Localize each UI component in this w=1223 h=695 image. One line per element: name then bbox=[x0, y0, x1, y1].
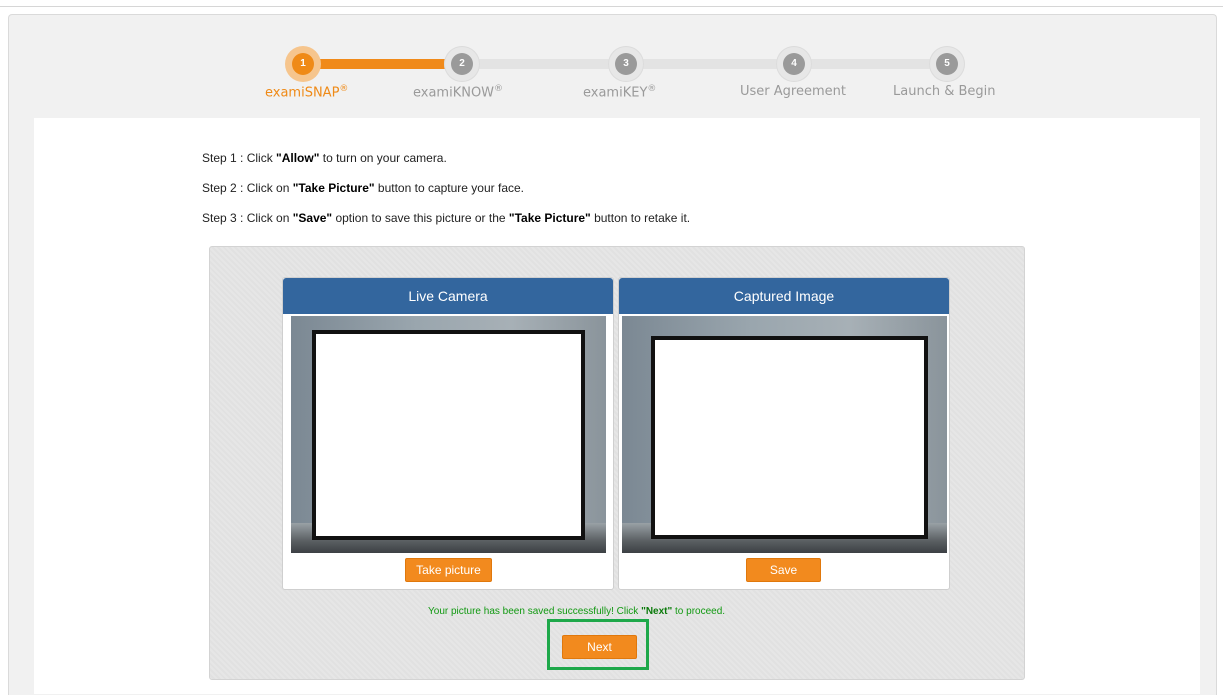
captured-image-title: Captured Image bbox=[619, 278, 949, 314]
save-button[interactable]: Save bbox=[746, 558, 821, 582]
step-2-label: examiKNOW® bbox=[413, 84, 504, 101]
stepper-progress bbox=[300, 59, 460, 69]
step-4-number: 4 bbox=[783, 53, 805, 75]
step-1-number: 1 bbox=[292, 53, 314, 75]
live-camera-frame bbox=[312, 330, 585, 540]
save-success-message: Your picture has been saved successfully… bbox=[428, 606, 726, 617]
step-3-circle: 3 bbox=[608, 46, 644, 82]
instruction-step-2: Step 2 : Click on "Take Picture" button … bbox=[202, 181, 525, 195]
step-1-label: examiSNAP® bbox=[265, 84, 349, 101]
step-4-label: User Agreement bbox=[740, 84, 846, 99]
progress-stepper: 1 2 3 4 5 examiSNAP® examiKNOW® examiKEY… bbox=[0, 0, 1223, 120]
live-camera-feed bbox=[291, 316, 606, 553]
instruction-step-1: Step 1 : Click "Allow" to turn on your c… bbox=[202, 151, 447, 165]
step-2-number: 2 bbox=[451, 53, 473, 75]
live-camera-title: Live Camera bbox=[283, 278, 613, 314]
step-3-label: examiKEY® bbox=[583, 84, 657, 101]
captured-image-frame bbox=[651, 336, 928, 539]
step-5-circle: 5 bbox=[929, 46, 965, 82]
take-picture-button[interactable]: Take picture bbox=[405, 558, 492, 582]
captured-image-card: Captured Image Save bbox=[618, 277, 950, 590]
step-1-circle: 1 bbox=[285, 46, 321, 82]
step-5-number: 5 bbox=[936, 53, 958, 75]
step-2-circle: 2 bbox=[444, 46, 480, 82]
live-camera-card: Live Camera Take picture bbox=[282, 277, 614, 590]
next-button-highlight bbox=[547, 619, 649, 670]
step-4-circle: 4 bbox=[776, 46, 812, 82]
step-5-label: Launch & Begin bbox=[893, 84, 996, 99]
instruction-step-3: Step 3 : Click on "Save" option to save … bbox=[202, 211, 691, 225]
step-3-number: 3 bbox=[615, 53, 637, 75]
captured-image-preview bbox=[622, 316, 947, 553]
